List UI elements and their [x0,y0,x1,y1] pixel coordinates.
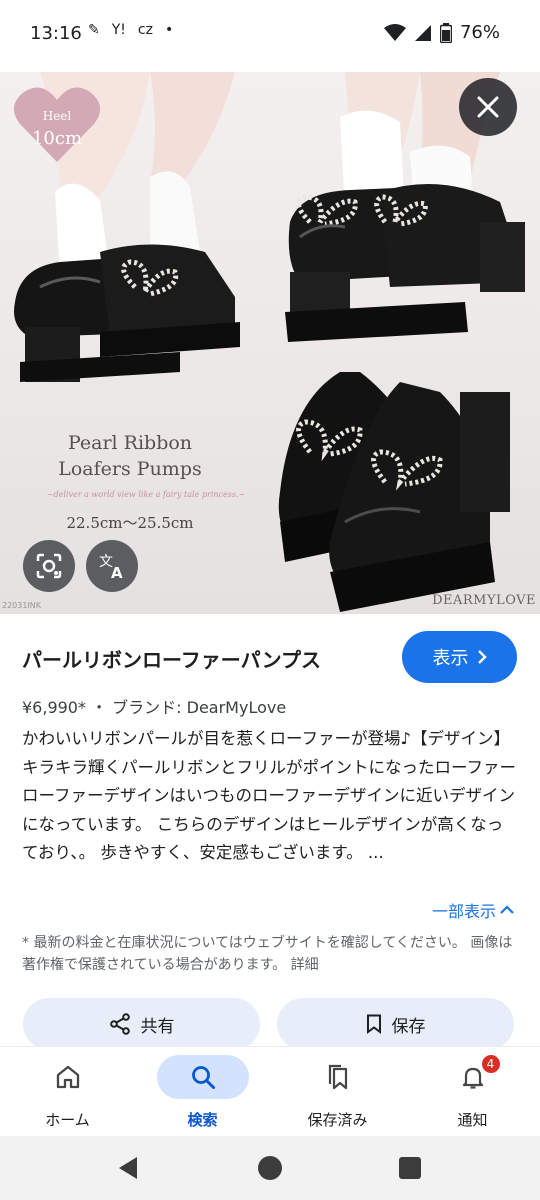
translate-button[interactable]: 文 A [86,540,138,592]
nav-saved-icon-wrap [292,1055,384,1099]
promo-sizes: 22.5cm～25.5cm [66,514,194,532]
heel-badge-label: Heel [42,109,72,123]
saved-icon [328,1064,347,1090]
battery-icon [439,22,452,43]
home-circle-icon[interactable] [257,1155,283,1181]
show-less-link[interactable]: 一部表示 [432,898,514,922]
translate-icon: 文 A [99,554,123,581]
image-code: 22031INK [2,601,42,610]
status-time: 13:16 [30,23,82,44]
heart-shape [13,87,101,162]
signal-icon [414,24,431,41]
status-system-icons: 76% [383,22,500,43]
promo-title: Pearl Ribbon Loafers Pumps [40,430,220,482]
show-less-label: 一部表示 [431,902,496,921]
promo-title-line-2: Loafers Pumps [58,458,202,480]
promo-tagline: ~deliver a world view like a fairy tale … [46,490,246,499]
heel-badge: Heel 10cm [12,84,102,164]
notification-icon-2: Y! [111,22,126,38]
status-bar: 13:16 ✎ Y! cz • 76% [0,0,540,72]
close-icon [477,96,499,118]
price-brand: ¥6,990* ・ ブランド: DearMyLove [22,698,287,717]
chevron-right-icon [477,650,487,664]
promo-title-line-1: Pearl Ribbon [67,432,193,454]
nav-item-notifications[interactable]: 4 通知 [405,1047,540,1137]
nav-home-label: ホーム [45,1111,90,1129]
brand-watermark: DEARMYLOVE [432,593,536,608]
battery-percent: 76% [459,22,500,43]
nav-notifications-icon-wrap: 4 [427,1053,519,1099]
svg-text:A: A [111,564,123,581]
nav-item-saved[interactable]: 保存済み [270,1047,405,1137]
nav-notifications-label: 通知 [457,1111,488,1129]
view-button-label: 表示 [432,648,469,669]
nav-home-icon-wrap [22,1055,114,1099]
nav-search-label: 検索 [187,1111,218,1129]
notification-icon-3: cz [137,22,153,38]
view-button[interactable]: 表示 [402,631,517,683]
nav-search-icon-wrap [156,1055,249,1099]
nav-saved-label: 保存済み [307,1111,368,1129]
system-navigation-bar [0,1136,540,1200]
close-button[interactable] [459,78,517,136]
home-icon [56,1065,79,1089]
save-label: 保存 [391,1016,426,1037]
wifi-icon [383,23,406,41]
chevron-up-icon [500,905,514,914]
back-icon[interactable] [117,1156,139,1180]
lens-icon [36,553,62,579]
share-label: 共有 [140,1016,175,1037]
status-notification-icons: ✎ Y! cz • [88,22,173,38]
heel-badge-height: 10cm [31,128,83,149]
save-button[interactable]: 保存 [277,998,514,1050]
share-icon [109,1013,130,1035]
share-button[interactable]: 共有 [23,998,260,1050]
product-image[interactable]: Heel 10cm Pearl Ribbon Loafers Pumps ~de… [0,72,540,614]
search-icon [191,1066,215,1089]
nav-item-home[interactable]: ホーム [0,1047,135,1137]
nav-item-search[interactable]: 検索 [135,1047,270,1137]
bottom-navigation: ホーム 検索 保存済み 4 通知 [0,1046,540,1136]
disclaimer: * 最新の料金と在庫状況についてはウェブサイトを確認してください。 画像は著作権… [22,935,513,973]
product-title: パールリボンローファーパンプス [22,648,321,672]
lens-button[interactable] [23,540,75,592]
bookmark-icon [366,1014,381,1034]
product-description: かわいいリボンパールが目を惹くローファーが登場♪【デザイン】 キラキラ輝くパール… [22,729,517,862]
notification-icon-1: ✎ [88,22,100,38]
recents-icon[interactable] [399,1157,421,1179]
notification-badge: 4 [479,1053,502,1075]
notification-icon-4: • [164,22,174,38]
